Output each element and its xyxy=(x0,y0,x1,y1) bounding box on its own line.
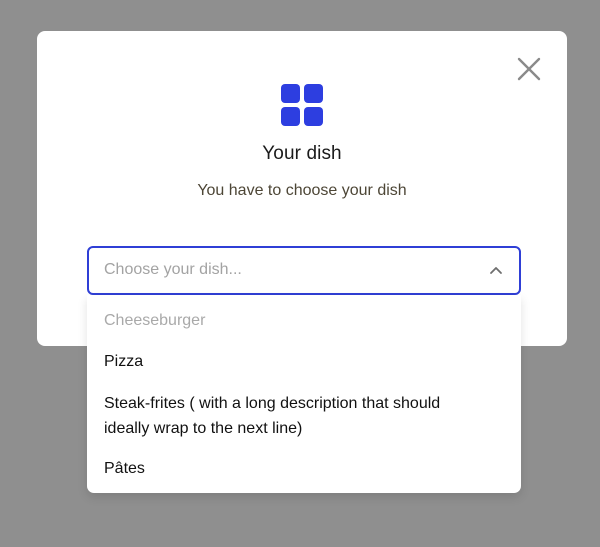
modal-subtitle: You have to choose your dish xyxy=(197,182,407,199)
select-placeholder: Choose your dish... xyxy=(104,261,242,278)
dish-select[interactable]: Choose your dish... xyxy=(87,246,521,295)
grid-icon xyxy=(281,84,323,126)
close-icon xyxy=(517,57,541,81)
option-cheeseburger: Cheeseburger xyxy=(104,312,206,329)
option-steak-frites[interactable]: Steak-frites ( with a long description t… xyxy=(104,391,481,441)
option-pates[interactable]: Pâtes xyxy=(104,456,481,481)
modal-title: Your dish xyxy=(262,143,342,164)
close-button[interactable] xyxy=(515,55,543,83)
option-pizza[interactable]: Pizza xyxy=(104,349,481,374)
dish-dropdown-menu: Cheeseburger Pizza Steak-frites ( with a… xyxy=(87,295,521,493)
chevron-up-icon xyxy=(489,265,503,275)
